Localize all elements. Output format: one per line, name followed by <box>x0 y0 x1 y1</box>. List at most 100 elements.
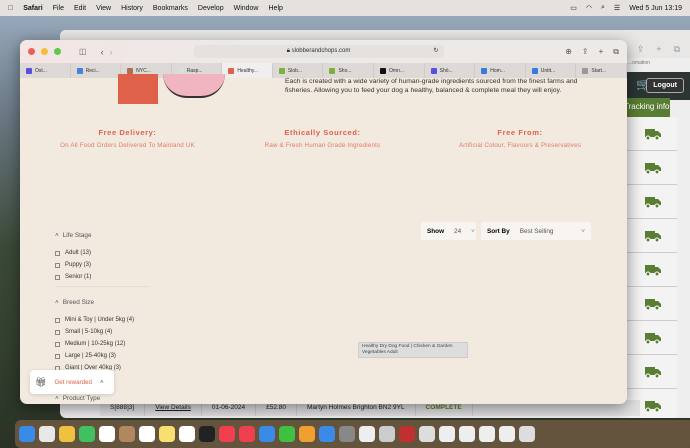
checkbox[interactable] <box>55 341 60 347</box>
checkbox[interactable] <box>55 274 60 280</box>
truck-icon[interactable] <box>643 399 661 413</box>
search-icon[interactable]: ⌕ <box>601 4 605 12</box>
dock-app-icon[interactable] <box>79 426 95 442</box>
menu-develop[interactable]: Develop <box>198 5 224 12</box>
tracking-cell <box>627 151 677 185</box>
checkbox[interactable] <box>55 262 60 268</box>
dock-app-icon[interactable] <box>119 426 135 442</box>
checkbox[interactable] <box>55 353 60 359</box>
back-icon[interactable]: ‹ <box>101 47 104 57</box>
apple-icon[interactable]:  <box>8 5 13 12</box>
sidebar-icon[interactable]: ◫ <box>79 47 87 56</box>
share-icon[interactable]: ⇪ <box>582 47 589 57</box>
battery-icon[interactable]: ▭ <box>570 4 577 12</box>
address-bar[interactable]: 🔒︎ slobberandchops.com ↻ <box>193 45 444 58</box>
dock-app-icon[interactable] <box>279 426 295 442</box>
tab[interactable]: Omn... <box>374 63 425 78</box>
filter-option[interactable]: Puppy (3) <box>55 262 150 268</box>
dock-app-icon[interactable] <box>519 426 535 442</box>
dock-app-icon[interactable] <box>199 426 215 442</box>
reload-icon[interactable]: ↻ <box>434 45 439 58</box>
checkbox[interactable] <box>55 329 60 335</box>
clock[interactable]: Wed 5 Jun 13:19 <box>629 5 682 12</box>
filter-product-type-toggle[interactable]: ˄ Product Type <box>55 395 100 403</box>
wifi-icon[interactable]: ◠ <box>586 4 592 12</box>
dock-app-icon[interactable] <box>239 426 255 442</box>
dock-app-icon[interactable] <box>219 426 235 442</box>
tab[interactable]: Slob... <box>273 63 324 78</box>
tab[interactable]: Healthy... <box>222 63 273 78</box>
tab[interactable]: Ost... <box>20 63 71 78</box>
filter-option[interactable]: Senior (1) <box>55 274 150 280</box>
menu-history[interactable]: History <box>121 5 143 12</box>
filter-option[interactable]: Medium | 10-25kg (12) <box>55 341 150 347</box>
new-tab-icon[interactable]: + <box>656 44 661 58</box>
menu-app[interactable]: Safari <box>23 5 42 12</box>
dock-app-icon[interactable] <box>19 426 35 442</box>
dock-app-icon[interactable] <box>339 426 355 442</box>
tab[interactable]: Reci... <box>71 63 122 78</box>
tab[interactable]: Untit... <box>526 63 577 78</box>
tabs-icon[interactable]: ⧉ <box>674 44 680 58</box>
sort-select[interactable]: Sort By Best Selling ˅ <box>481 222 591 240</box>
truck-icon[interactable] <box>643 195 661 209</box>
dock-app-icon[interactable] <box>419 426 435 442</box>
dock-app-icon[interactable] <box>359 426 375 442</box>
checkbox[interactable] <box>55 317 60 323</box>
truck-icon[interactable] <box>643 297 661 311</box>
chevron-up-icon: ˄ <box>99 378 104 386</box>
new-tab-icon[interactable]: + <box>599 47 604 57</box>
dock-app-icon[interactable] <box>99 426 115 442</box>
zoom-button[interactable] <box>54 48 61 55</box>
dock-app-icon[interactable] <box>459 426 475 442</box>
menu-window[interactable]: Window <box>234 5 259 12</box>
tab[interactable]: Sho... <box>323 63 375 78</box>
truck-icon[interactable] <box>643 263 661 277</box>
dock-app-icon[interactable] <box>139 426 155 442</box>
forward-icon[interactable]: › <box>110 47 113 57</box>
menu-bookmarks[interactable]: Bookmarks <box>153 5 188 12</box>
dock-app-icon[interactable] <box>299 426 315 442</box>
get-rewarded-button[interactable]: 🎁︎ Get rewarded ˄ <box>30 370 114 394</box>
filter-life-stage-toggle[interactable]: ˄ Life Stage <box>55 232 150 239</box>
download-icon[interactable]: ⊕ <box>565 47 572 57</box>
filter-option[interactable]: Small | 5-10kg (4) <box>55 329 150 335</box>
dock-app-icon[interactable] <box>319 426 335 442</box>
dock-app-icon[interactable] <box>259 426 275 442</box>
menu-edit[interactable]: Edit <box>74 5 86 12</box>
truck-icon[interactable] <box>643 331 661 345</box>
filter-option[interactable]: Mini & Toy | Under 5kg (4) <box>55 317 150 323</box>
dock-app-icon[interactable] <box>399 426 415 442</box>
control-center-icon[interactable]: ☰ <box>614 4 620 12</box>
dock-app-icon[interactable] <box>439 426 455 442</box>
dock-app-icon[interactable] <box>59 426 75 442</box>
dock-app-icon[interactable] <box>379 426 395 442</box>
dock-app-icon[interactable] <box>39 426 55 442</box>
dock-app-icon[interactable] <box>499 426 515 442</box>
filter-option[interactable]: Large | 25-40kg (3) <box>55 353 150 359</box>
back-tab[interactable]: ...omation <box>628 60 650 66</box>
menu-help[interactable]: Help <box>269 5 283 12</box>
tabs-icon[interactable]: ⧉ <box>613 47 619 57</box>
menu-view[interactable]: View <box>96 5 111 12</box>
truck-icon[interactable] <box>643 161 661 175</box>
filter-breed-size-toggle[interactable]: ˄ Breed Size <box>55 299 150 306</box>
dock-app-icon[interactable] <box>159 426 175 442</box>
menu-file[interactable]: File <box>53 5 64 12</box>
browser-toolbar: ◫ ‹ › 🔒︎ slobberandchops.com ↻ ⊕ ⇪ + ⧉ <box>20 40 627 63</box>
share-icon[interactable]: ⇪ <box>637 44 645 58</box>
close-button[interactable] <box>28 48 35 55</box>
truck-icon[interactable] <box>643 127 661 141</box>
filter-option[interactable]: Adult (13) <box>55 250 150 256</box>
checkbox[interactable] <box>55 250 60 256</box>
truck-icon[interactable] <box>643 229 661 243</box>
minimize-button[interactable] <box>41 48 48 55</box>
logout-button[interactable]: Logout <box>646 78 684 93</box>
dock-app-icon[interactable] <box>179 426 195 442</box>
tab[interactable]: Hom... <box>475 63 526 78</box>
dock-app-icon[interactable] <box>479 426 495 442</box>
tab[interactable]: Start... <box>576 63 627 78</box>
tab[interactable]: Shö... <box>425 63 476 78</box>
truck-icon[interactable] <box>643 365 661 379</box>
show-select[interactable]: Show 24 ˅ <box>421 222 476 240</box>
